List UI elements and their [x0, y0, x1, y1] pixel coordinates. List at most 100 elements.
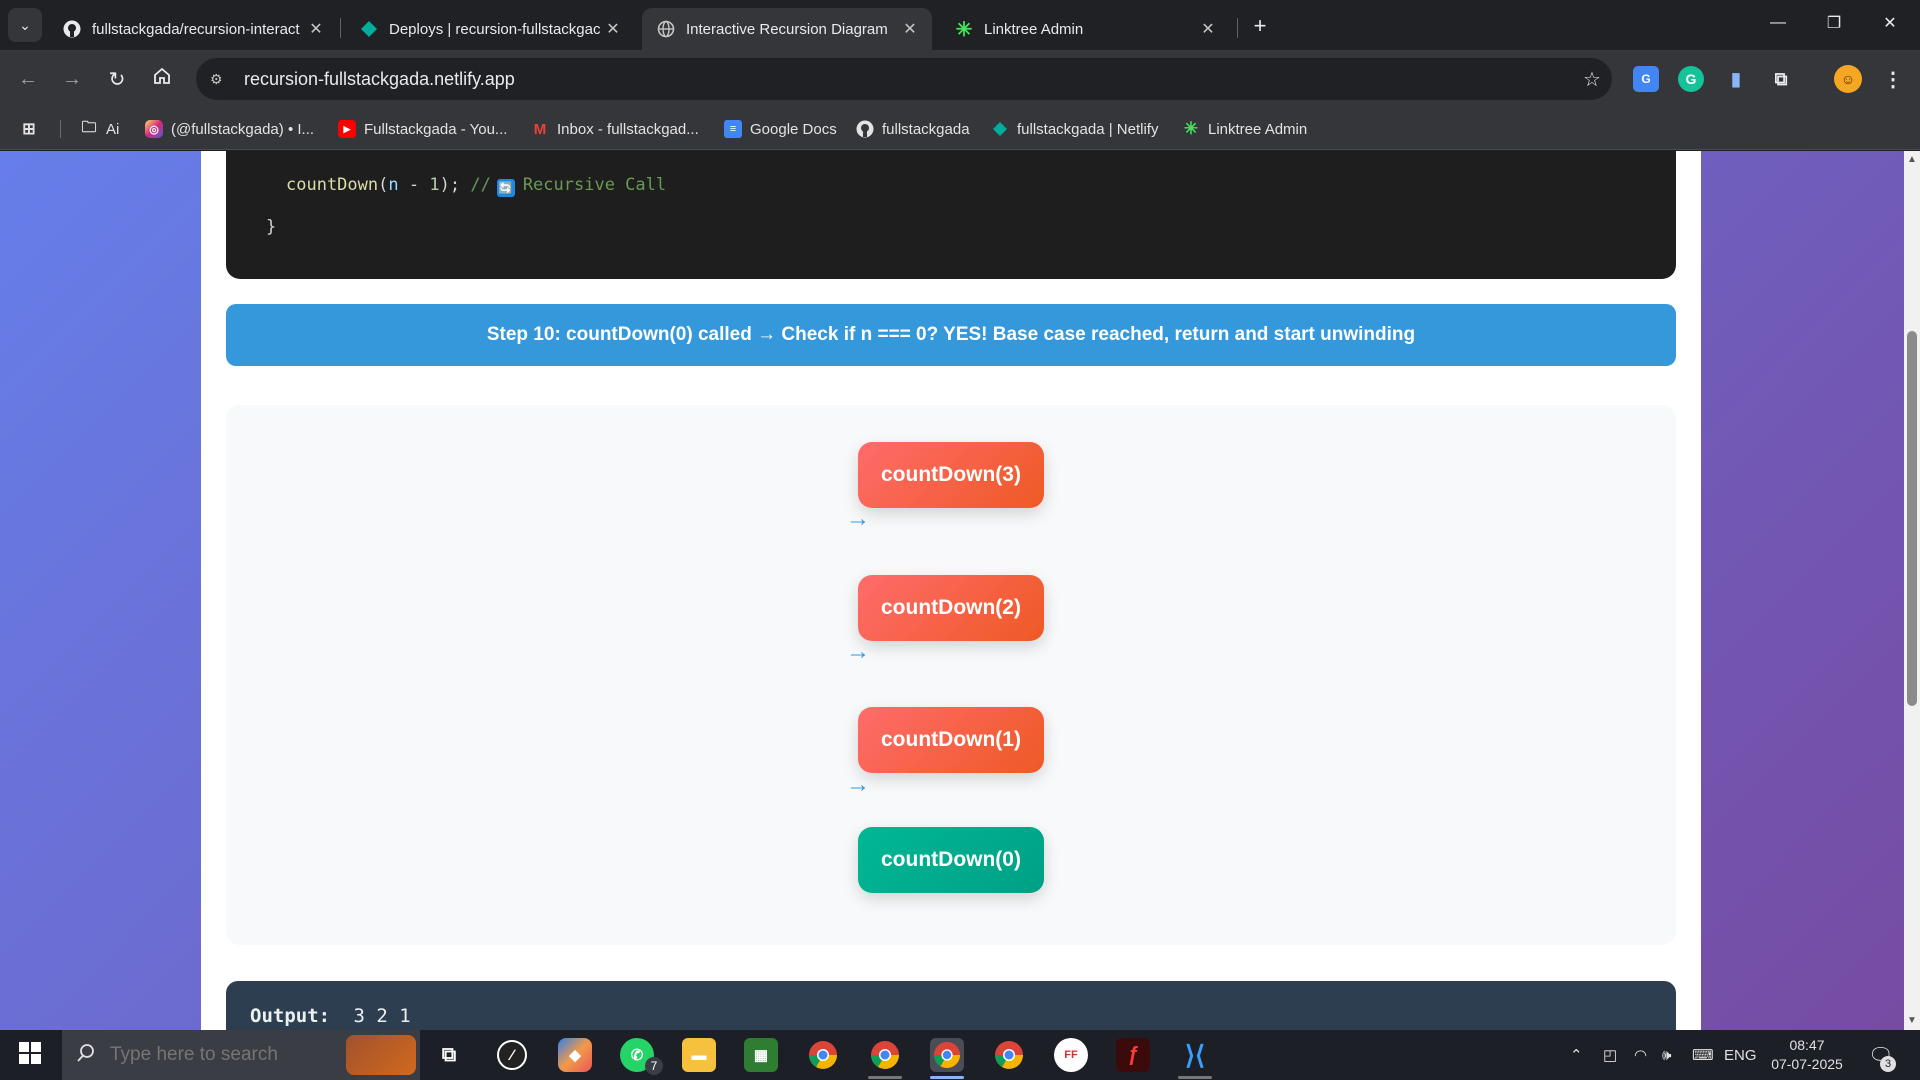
tab-github[interactable]: fullstackgada/recursion-interact ✕ — [48, 8, 338, 50]
bookmark-google-docs[interactable]: ≡ Google Docs — [724, 118, 837, 140]
output-value: 3 2 1 — [353, 1005, 411, 1027]
meet-now-icon[interactable]: ◰ — [1603, 1030, 1617, 1080]
bookmark-label: fullstackgada | Netlify — [1017, 120, 1159, 138]
close-icon[interactable]: ✕ — [306, 19, 326, 39]
taskbar-search-input[interactable] — [110, 1044, 330, 1066]
chrome-active-icon[interactable] — [930, 1038, 964, 1072]
tab-title: Interactive Recursion Diagram — [686, 20, 888, 38]
bookmarks-bar: ⊞ 🗀 Ai ◎ (@fullstackgada) • I... ▶ Fulls… — [0, 108, 1920, 150]
url-input[interactable] — [244, 68, 1572, 90]
active-indicator — [930, 1076, 964, 1079]
step-description-banner: Step 10: countDown(0) called → Check if … — [226, 304, 1676, 366]
tab-interactive-recursion[interactable]: Interactive Recursion Diagram ✕ — [642, 8, 932, 50]
taskbar-search-box[interactable] — [62, 1030, 420, 1080]
home-button[interactable] — [147, 64, 177, 94]
profile-avatar[interactable]: ☺ — [1834, 65, 1862, 93]
system-clock[interactable]: 08:47 07-07-2025 — [1762, 1036, 1852, 1074]
call-stack-node[interactable]: countDown(1) — [858, 707, 1044, 773]
bookmark-instagram[interactable]: ◎ (@fullstackgada) • I... — [145, 118, 314, 140]
bookmark-star-icon[interactable]: ☆ — [1572, 67, 1612, 92]
close-window-button[interactable]: ✕ — [1862, 0, 1918, 46]
google-docs-icon: ≡ — [724, 120, 742, 138]
windows-taskbar: ⧉ ∕ ◆ ✆ 7 ▬ ▦ FF ƒ ⟩⟨ ⌃ ◰ ◠ 🕪 ⌨ ENG 08:4… — [0, 1030, 1920, 1080]
output-label: Output: — [250, 1005, 331, 1027]
minimize-icon: — — [1770, 14, 1786, 31]
bookmark-ai-folder[interactable]: 🗀 Ai — [80, 118, 119, 140]
app-pen-icon[interactable]: ∕ — [497, 1040, 527, 1070]
chevron-down-icon: ⌄ — [19, 16, 31, 33]
bookmark-divider — [60, 120, 61, 138]
notification-center-icon[interactable]: 🗨 — [1868, 1030, 1893, 1080]
scroll-down-icon[interactable]: ▼ — [1907, 1016, 1917, 1026]
code-comment-prefix: // — [470, 175, 491, 195]
scrollbar-thumb[interactable] — [1907, 331, 1917, 706]
bookmark-linktree[interactable]: ✳ Linktree Admin — [1182, 118, 1307, 140]
instagram-icon: ◎ — [145, 120, 163, 138]
spreadsheet-app-icon[interactable]: ▦ — [744, 1038, 778, 1072]
code-line-closing-brace: } — [266, 217, 277, 237]
tab-title: Linktree Admin — [984, 20, 1084, 38]
chrome-icon[interactable] — [806, 1038, 840, 1072]
running-indicator — [868, 1076, 902, 1079]
address-bar[interactable]: ⚙ ☆ — [196, 58, 1612, 100]
windows-logo-icon — [19, 1041, 41, 1069]
ffdec-icon[interactable]: FF — [1054, 1038, 1088, 1072]
volume-icon[interactable]: 🕪 — [1662, 1030, 1671, 1080]
tab-title: Deploys | recursion-fullstackgac — [389, 20, 601, 38]
wifi-icon[interactable]: ◠ — [1634, 1030, 1647, 1080]
language-indicator[interactable]: ENG — [1724, 1030, 1757, 1080]
tab-netlify-deploys[interactable]: Deploys | recursion-fullstackgac ✕ — [345, 8, 635, 50]
bookmark-netlify[interactable]: fullstackgada | Netlify — [991, 118, 1158, 140]
linktree-icon: ✳ — [1183, 119, 1199, 138]
bookmark-github[interactable]: fullstackgada — [856, 118, 970, 140]
more-menu-icon[interactable]: ⋮ — [1880, 66, 1906, 92]
extensions-puzzle-icon[interactable]: ⧉ — [1768, 66, 1794, 92]
file-explorer-icon[interactable]: ▬ — [682, 1038, 716, 1072]
new-tab-button[interactable]: + — [1246, 12, 1274, 40]
stack-arrow: → — [846, 771, 870, 798]
base-case-node[interactable]: countDown(0) — [858, 827, 1044, 893]
restore-button[interactable]: ❐ — [1806, 0, 1862, 46]
grammarly-icon[interactable]: G — [1678, 66, 1704, 92]
chrome-profile-icon[interactable] — [868, 1038, 902, 1072]
apps-button[interactable]: ⊞ — [20, 118, 46, 140]
page-scrollbar[interactable]: ▲ ▼ — [1904, 151, 1920, 1030]
input-indicator-icon[interactable]: ⌨ — [1692, 1030, 1714, 1080]
forward-button[interactable]: → — [57, 64, 87, 94]
call-stack-node[interactable]: countDown(3) — [858, 442, 1044, 508]
minimize-button[interactable]: — — [1750, 0, 1806, 46]
call-stack-node[interactable]: countDown(2) — [858, 575, 1044, 641]
bookmark-youtube[interactable]: ▶ Fullstackgada - You... — [338, 118, 507, 140]
extension-doc-icon[interactable]: ▮ — [1723, 66, 1749, 92]
chrome-secondary-icon[interactable] — [992, 1038, 1026, 1072]
running-indicator — [1178, 1076, 1212, 1079]
copilot-icon[interactable]: ◆ — [558, 1038, 592, 1072]
google-translate-icon[interactable]: G — [1633, 66, 1659, 92]
bookmark-gmail[interactable]: M Inbox - fullstackgad... — [531, 118, 699, 140]
code-block: countDown(n - 1); // 🔄 Recursive Call } — [226, 151, 1676, 279]
reload-icon: ↻ — [108, 68, 126, 91]
site-info-icon[interactable]: ⚙ — [210, 71, 232, 88]
netlify-icon — [359, 19, 379, 39]
tab-linktree[interactable]: ✳ Linktree Admin ✕ — [940, 8, 1230, 50]
close-icon[interactable]: ✕ — [1198, 19, 1218, 39]
back-button[interactable]: ← — [13, 64, 43, 94]
clock-date: 07-07-2025 — [1771, 1056, 1843, 1072]
start-button[interactable] — [0, 1030, 60, 1080]
scroll-up-icon[interactable]: ▲ — [1907, 155, 1917, 165]
vscode-icon[interactable]: ⟩⟨ — [1178, 1038, 1212, 1072]
close-icon[interactable]: ✕ — [603, 19, 623, 39]
flash-player-icon[interactable]: ƒ — [1116, 1038, 1150, 1072]
tab-strip: ⌄ fullstackgada/recursion-interact ✕ Dep… — [0, 0, 1920, 50]
browser-toolbar: ← → ↻ ⚙ ☆ G G ▮ ⧉ ☺ ⋮ — [0, 50, 1920, 108]
task-view-icon[interactable]: ⧉ — [432, 1038, 466, 1072]
bookmark-label: (@fullstackgada) • I... — [171, 120, 315, 138]
search-icon — [76, 1043, 96, 1068]
close-icon[interactable]: ✕ — [900, 19, 920, 39]
reload-button[interactable]: ↻ — [102, 64, 132, 94]
bookmark-label: Google Docs — [750, 120, 837, 138]
main-container: countDown(n - 1); // 🔄 Recursive Call } St… — [201, 151, 1701, 1030]
restore-icon: ❐ — [1826, 15, 1842, 32]
tab-search-button[interactable]: ⌄ — [8, 8, 42, 42]
show-hidden-icons[interactable]: ⌃ — [1570, 1030, 1583, 1080]
